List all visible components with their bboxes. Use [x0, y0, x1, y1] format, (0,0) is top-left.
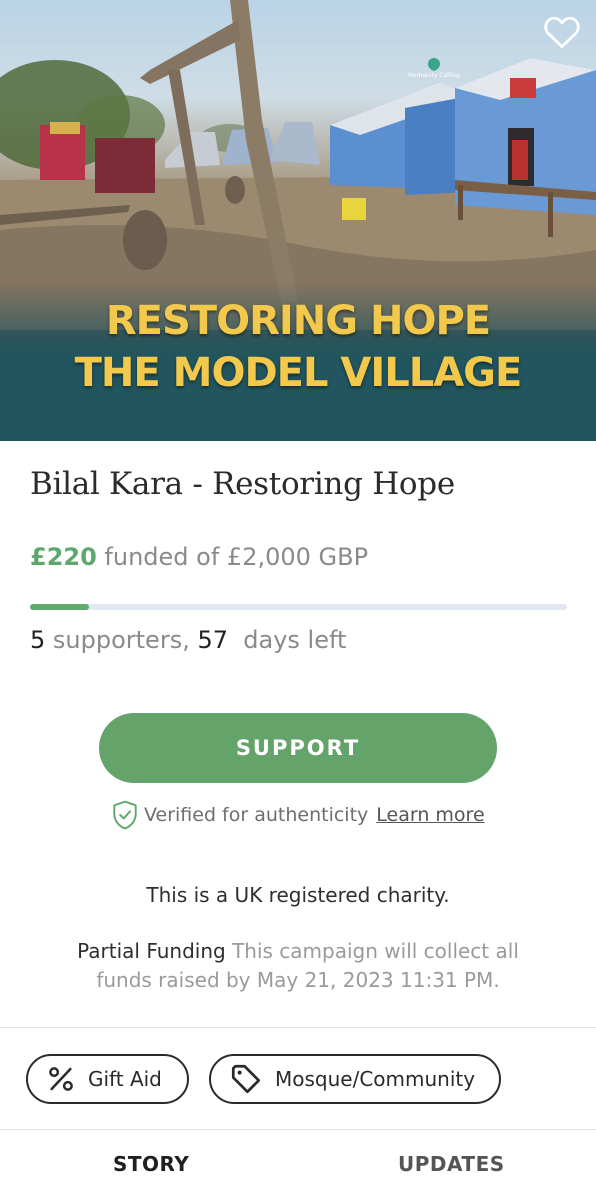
section-divider — [0, 1027, 596, 1028]
learn-more-link[interactable]: Learn more — [376, 804, 484, 826]
campaign-title: Bilal Kara - Restoring Hope — [30, 466, 455, 502]
funding-progress-fill — [30, 604, 90, 610]
tab-updates[interactable]: UPDATES — [398, 1152, 505, 1176]
tag-gift-aid[interactable]: Gift Aid — [26, 1054, 189, 1104]
support-button[interactable]: SUPPORT — [99, 713, 497, 783]
heart-logo-icon — [425, 55, 443, 73]
charity-note: This is a UK registered charity. — [146, 883, 450, 907]
partial-funding-note: Partial Funding This campaign will colle… — [60, 937, 536, 995]
campaign-stats: 5 supporters, 57 days left — [30, 626, 346, 654]
funding-summary: £220 funded of £2,000 GBP — [30, 543, 368, 571]
partial-funding-label: Partial Funding — [77, 939, 226, 963]
days-left-label: days left — [228, 626, 347, 654]
tag-label: Mosque/Community — [275, 1067, 476, 1091]
hero-logo-badge: Humanity Calling — [408, 55, 460, 79]
heart-outline-icon — [544, 16, 580, 49]
tab-story[interactable]: STORY — [113, 1152, 189, 1176]
percent-icon — [49, 1067, 73, 1091]
days-left-count: 57 — [197, 626, 228, 654]
campaign-hero-image: Humanity Calling RESTORING HOPE THE MODE… — [0, 0, 596, 441]
funding-goal-text: funded of £2,000 GBP — [96, 543, 369, 571]
shield-check-icon — [113, 800, 137, 830]
tag-label: Gift Aid — [88, 1067, 162, 1091]
favorite-button[interactable] — [542, 12, 582, 52]
tag-icon — [231, 1064, 261, 1094]
tag-mosque-community[interactable]: Mosque/Community — [209, 1054, 501, 1104]
supporters-count: 5 — [30, 626, 46, 654]
hero-title-line1: RESTORING HOPE — [105, 298, 491, 344]
verification-text: Verified for authenticity — [144, 804, 369, 826]
hero-title-line2: THE MODEL VILLAGE — [74, 350, 523, 396]
funding-progress-bar — [30, 604, 567, 610]
amount-raised: £220 — [30, 543, 97, 571]
supporters-label: supporters, — [45, 626, 198, 654]
verification-row: Verified for authenticity Learn more — [112, 800, 485, 830]
section-divider — [0, 1129, 596, 1130]
hero-logo-text: Humanity Calling — [408, 72, 460, 79]
